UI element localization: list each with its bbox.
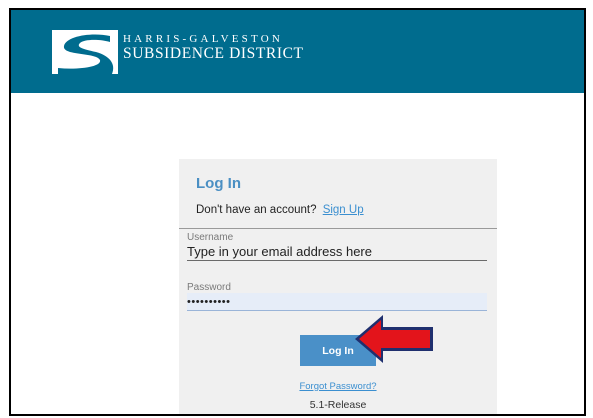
- username-field-group: Username: [187, 232, 487, 261]
- login-title: Log In: [196, 175, 241, 192]
- password-label: Password: [187, 282, 231, 293]
- password-input[interactable]: [187, 293, 487, 311]
- login-card: Log In Don't have an account? Sign Up Us…: [179, 159, 497, 414]
- organization-name-line1: HARRIS-GALVESTON: [123, 33, 283, 45]
- organization-name-line2: SUBSIDENCE DISTRICT: [123, 45, 304, 62]
- screenshot-frame: HARRIS-GALVESTON SUBSIDENCE DISTRICT Log…: [9, 8, 586, 416]
- organization-name: HARRIS-GALVESTON SUBSIDENCE DISTRICT: [123, 33, 304, 62]
- red-arrow-left-icon: [355, 315, 433, 363]
- version-label: 5.1-Release: [309, 399, 367, 411]
- card-divider: [179, 228, 497, 229]
- forgot-password-link: Forgot Password?: [179, 381, 497, 392]
- signup-prompt-text: Don't have an account?: [196, 204, 317, 216]
- signup-link[interactable]: Sign Up: [323, 204, 364, 216]
- password-field-group: Password: [187, 282, 487, 311]
- username-input[interactable]: [187, 243, 487, 261]
- signup-prompt-row: Don't have an account? Sign Up: [196, 204, 364, 216]
- logo-icon: [52, 30, 118, 74]
- site-header: HARRIS-GALVESTON SUBSIDENCE DISTRICT: [11, 10, 584, 93]
- username-label: Username: [187, 232, 234, 243]
- forgot-password-link-text[interactable]: Forgot Password?: [299, 381, 376, 392]
